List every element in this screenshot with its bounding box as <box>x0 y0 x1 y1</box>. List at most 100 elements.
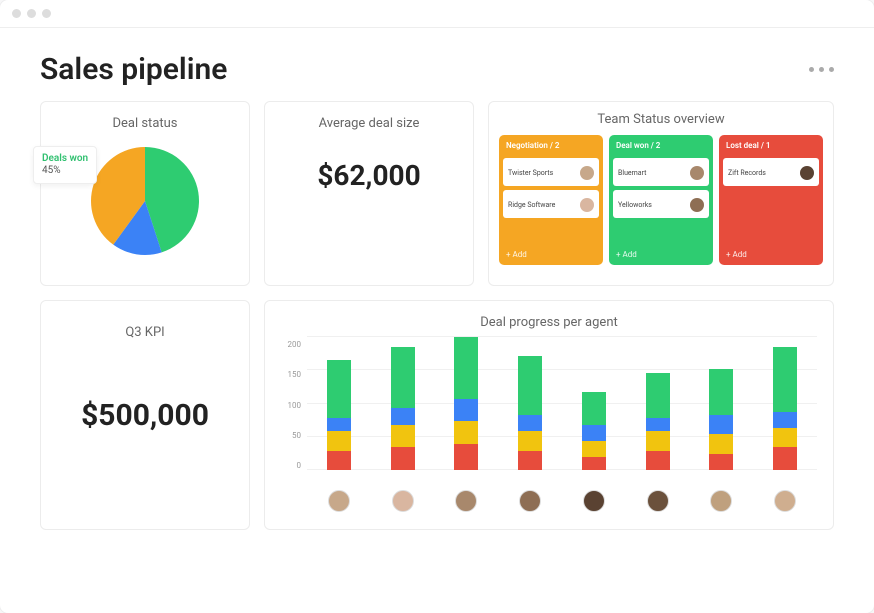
card-deal-status[interactable]: Deal status Deals won 45% <box>40 101 250 286</box>
dots-icon <box>809 67 814 72</box>
bar-segment <box>709 369 733 415</box>
bar-segment <box>454 444 478 470</box>
kanban-column[interactable]: Negotiation / 2 Twister Sports Ridge Softw… <box>499 135 603 265</box>
bar-segment <box>391 408 415 424</box>
kanban-column-header: Deal won / 2 <box>613 139 709 154</box>
avatar <box>690 166 704 180</box>
bar[interactable] <box>709 369 733 470</box>
pie-chart <box>85 141 205 261</box>
avg-deal-value: $62,000 <box>277 159 461 192</box>
card-q3-kpi[interactable]: Q3 KPI $500,000 <box>40 300 250 530</box>
kanban-add-button[interactable]: + Add <box>613 248 709 261</box>
avatar <box>690 198 704 212</box>
agent-avatar[interactable] <box>647 490 669 512</box>
legend-label: Deals won <box>42 153 88 165</box>
agent-avatar[interactable] <box>328 490 350 512</box>
agent-avatar[interactable] <box>583 490 605 512</box>
bars-zone <box>307 336 817 486</box>
kanban-column-header: Negotiation / 2 <box>503 139 599 154</box>
page-title: Sales pipeline <box>40 52 227 87</box>
agent-avatar[interactable] <box>455 490 477 512</box>
bar-segment <box>582 425 606 441</box>
bar[interactable] <box>327 360 351 471</box>
kanban-card[interactable]: Yelloworks <box>613 190 709 218</box>
traffic-light-minimize[interactable] <box>27 9 36 18</box>
y-tick-label: 100 <box>288 401 302 410</box>
kanban-add-button[interactable]: + Add <box>503 248 599 261</box>
bar-segment <box>327 431 351 451</box>
kanban-add-button[interactable]: + Add <box>723 248 819 261</box>
kanban-column[interactable]: Deal won / 2 Bluemart Yelloworks + Add <box>609 135 713 265</box>
titlebar <box>0 0 874 28</box>
bar-segment <box>518 451 542 471</box>
kanban-card[interactable]: Bluemart <box>613 158 709 186</box>
app-window: Sales pipeline Deal status Deals won 45%… <box>0 0 874 613</box>
bar-segment <box>391 447 415 470</box>
card-title: Q3 KPI <box>53 325 237 340</box>
bar-segment <box>646 418 670 431</box>
kanban-card-title: Ridge Software <box>508 201 555 209</box>
kanban-card-title: Zift Records <box>728 169 766 177</box>
bar[interactable] <box>518 356 542 470</box>
kanban-card[interactable]: Zift Records <box>723 158 819 186</box>
card-avg-deal-size[interactable]: Average deal size $62,000 <box>264 101 474 286</box>
agent-avatar[interactable] <box>392 490 414 512</box>
bar[interactable] <box>773 347 797 471</box>
kanban-card-title: Yelloworks <box>618 201 652 209</box>
kanban-card[interactable]: Twister Sports <box>503 158 599 186</box>
bar-segment <box>709 434 733 454</box>
card-team-status[interactable]: Team Status overview Negotiation / 2 Twis… <box>488 101 834 286</box>
card-title: Deal status <box>53 116 237 131</box>
bar-segment <box>391 425 415 448</box>
y-axis: 200150100500 <box>281 340 307 470</box>
bar-segment <box>582 441 606 457</box>
traffic-light-close[interactable] <box>12 9 21 18</box>
y-tick-label: 0 <box>297 461 302 470</box>
dashboard-grid: Deal status Deals won 45% Average deal s… <box>0 101 874 554</box>
page-header: Sales pipeline <box>0 28 874 101</box>
bars-container <box>307 336 817 486</box>
bar-segment <box>709 415 733 435</box>
bar[interactable] <box>582 392 606 470</box>
kanban-card-title: Bluemart <box>618 169 646 177</box>
bar-segment <box>518 415 542 431</box>
card-title: Team Status overview <box>499 112 823 127</box>
kanban-column-header: Lost deal / 1 <box>723 139 819 154</box>
bar[interactable] <box>454 337 478 470</box>
bar-segment <box>391 347 415 409</box>
bar-segment <box>327 360 351 419</box>
bar-segment <box>773 428 797 448</box>
agent-avatars-row <box>281 490 817 512</box>
dots-icon <box>819 67 824 72</box>
bar-segment <box>646 451 670 471</box>
bar-segment <box>518 356 542 415</box>
bar-segment <box>582 392 606 425</box>
kanban-card[interactable]: Ridge Software <box>503 190 599 218</box>
kanban-column[interactable]: Lost deal / 1 Zift Records + Add <box>719 135 823 265</box>
card-deal-progress[interactable]: Deal progress per agent 200150100500 <box>264 300 834 530</box>
kanban-card-title: Twister Sports <box>508 169 553 177</box>
bar-segment <box>454 399 478 422</box>
dots-icon <box>829 67 834 72</box>
more-options-button[interactable] <box>809 67 834 72</box>
bar-segment <box>327 451 351 471</box>
bar-segment <box>582 457 606 470</box>
bar[interactable] <box>646 373 670 471</box>
card-title: Deal progress per agent <box>281 315 817 330</box>
bar-segment <box>646 431 670 451</box>
bar[interactable] <box>391 347 415 471</box>
agent-avatar[interactable] <box>774 490 796 512</box>
bar-segment <box>709 454 733 470</box>
avatar <box>800 166 814 180</box>
kanban-board: Negotiation / 2 Twister Sports Ridge Softw… <box>499 135 823 265</box>
avatar <box>580 166 594 180</box>
bar-segment <box>518 431 542 451</box>
bar-segment <box>773 412 797 428</box>
bar-segment <box>327 418 351 431</box>
agent-avatar[interactable] <box>710 490 732 512</box>
traffic-light-zoom[interactable] <box>42 9 51 18</box>
bar-chart: 200150100500 <box>281 336 817 486</box>
agent-avatar[interactable] <box>519 490 541 512</box>
y-tick-label: 50 <box>292 431 301 440</box>
pie-legend-tooltip: Deals won 45% <box>33 146 97 184</box>
